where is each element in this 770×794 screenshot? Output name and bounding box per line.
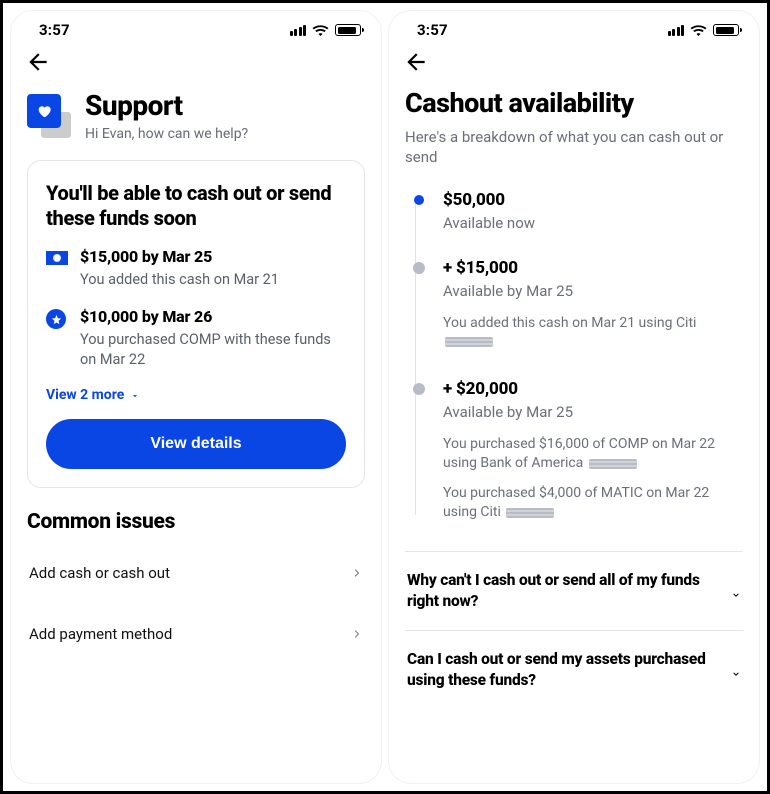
chevron-right-icon [351, 567, 363, 579]
timeline-note: You added this cash on Mar 21 using Citi [443, 314, 743, 353]
page-subtitle: Hi Evan, how can we help? [85, 126, 248, 142]
page-subtitle: Here's a breakdown of what you can cash … [405, 127, 743, 168]
cash-icon [46, 247, 68, 290]
issue-label: Add cash or cash out [29, 564, 170, 582]
back-arrow-icon[interactable] [403, 49, 745, 75]
timeline-dot-icon [413, 383, 425, 395]
page-title: Support [85, 91, 248, 122]
phone-cashout: 3:57 Cashout availability Here's a break… [389, 11, 759, 783]
redacted-text-icon [506, 508, 554, 518]
cellular-signal-icon [290, 25, 307, 36]
cashout-content: Cashout availability Here's a breakdown … [389, 75, 759, 783]
faq-question: Why can't I cash out or send all of my f… [407, 570, 719, 612]
star-icon [46, 307, 68, 369]
faq-item[interactable]: Can I cash out or send my assets purchas… [405, 630, 743, 709]
timeline-item: + $20,000 Available by Mar 25 You purcha… [409, 379, 743, 523]
timeline-dot-icon [413, 262, 425, 274]
frame: 3:57 [0, 0, 770, 794]
support-content: Support Hi Evan, how can we help? You'll… [11, 75, 381, 783]
battery-icon [713, 24, 739, 36]
status-time: 3:57 [39, 21, 70, 39]
timeline-note: You purchased $16,000 of COMP on Mar 22 … [443, 435, 743, 474]
support-logo-icon [27, 94, 71, 138]
card-headline: You'll be able to cash out or send these… [46, 181, 346, 231]
common-issues-title: Common issues [27, 510, 365, 534]
status-bar: 3:57 [389, 11, 759, 43]
status-bar: 3:57 [11, 11, 381, 43]
faq-section: Why can't I cash out or send all of my f… [405, 551, 743, 709]
status-time: 3:57 [417, 21, 448, 39]
timeline-amount: $50,000 [443, 190, 743, 210]
wifi-icon [312, 24, 329, 36]
page-title: Cashout availability [405, 87, 743, 119]
timeline-label: Available by Mar 25 [443, 282, 743, 300]
timeline-amount: + $20,000 [443, 379, 743, 399]
cellular-signal-icon [668, 25, 685, 36]
support-header: Support Hi Evan, how can we help? [27, 91, 365, 142]
support-header-text: Support Hi Evan, how can we help? [85, 91, 248, 142]
chevron-down-icon [731, 665, 741, 675]
back-arrow-icon[interactable] [25, 49, 367, 75]
timeline-item: + $15,000 Available by Mar 25 You added … [409, 258, 743, 353]
phone-support: 3:57 [11, 11, 381, 783]
view-details-button[interactable]: View details [46, 419, 346, 469]
issue-row-add-payment[interactable]: Add payment method [27, 607, 365, 662]
chevron-down-icon [731, 586, 741, 596]
faq-question: Can I cash out or send my assets purchas… [407, 649, 719, 691]
redacted-text-icon [589, 459, 637, 469]
fund-desc: You purchased COMP with these funds on M… [80, 330, 346, 369]
fund-desc: You added this cash on Mar 21 [80, 270, 279, 290]
redacted-text-icon [445, 337, 493, 347]
timeline-item: $50,000 Available now [409, 190, 743, 232]
view-more-link[interactable]: View 2 more [46, 387, 346, 403]
nav-back [11, 43, 381, 75]
timeline-label: Available by Mar 25 [443, 403, 743, 421]
battery-icon [335, 24, 361, 36]
timeline-dot-active-icon [414, 195, 424, 205]
availability-timeline: $50,000 Available now + $15,000 Availabl… [405, 190, 743, 524]
status-icons [668, 24, 740, 36]
faq-item[interactable]: Why can't I cash out or send all of my f… [405, 551, 743, 630]
fund-row: $10,000 by Mar 26 You purchased COMP wit… [46, 307, 346, 369]
timeline-note: You purchased $4,000 of MATIC on Mar 22 … [443, 484, 743, 523]
fund-text: $10,000 by Mar 26 You purchased COMP wit… [80, 307, 346, 369]
chevron-down-icon [130, 390, 140, 400]
view-more-label: View 2 more [46, 387, 124, 403]
issue-label: Add payment method [29, 625, 172, 643]
nav-back [389, 43, 759, 75]
funds-availability-card: You'll be able to cash out or send these… [27, 160, 365, 489]
wifi-icon [690, 24, 707, 36]
issue-row-add-cash[interactable]: Add cash or cash out [27, 546, 365, 601]
timeline-amount: + $15,000 [443, 258, 743, 278]
fund-amount: $15,000 by Mar 25 [80, 247, 279, 266]
chevron-right-icon [351, 628, 363, 640]
status-icons [290, 24, 362, 36]
fund-row: $15,000 by Mar 25 You added this cash on… [46, 247, 346, 290]
fund-amount: $10,000 by Mar 26 [80, 307, 346, 326]
fund-text: $15,000 by Mar 25 You added this cash on… [80, 247, 279, 290]
timeline-label: Available now [443, 214, 743, 232]
